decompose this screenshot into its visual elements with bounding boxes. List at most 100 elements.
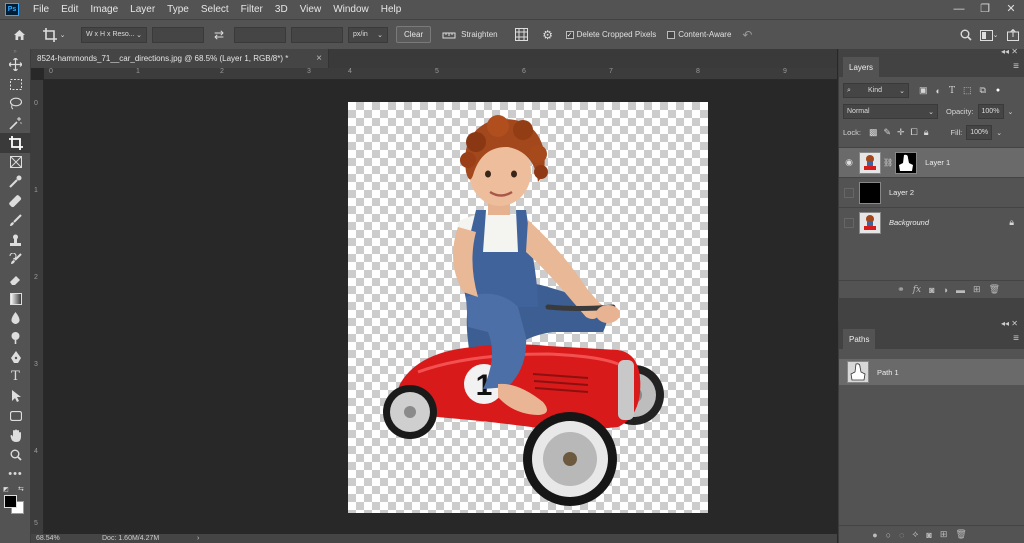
collapse-panel-icon[interactable]: ◂◂ ✕ — [1001, 319, 1018, 328]
menu-view[interactable]: View — [294, 0, 328, 19]
add-mask-icon[interactable]: ◙ — [929, 285, 934, 295]
adjustment-filter-icon[interactable]: ◐ — [936, 86, 941, 96]
shape-filter-icon[interactable]: ⬚ — [963, 85, 972, 96]
delete-cropped-checkbox[interactable]: ✓ Delete Cropped Pixels — [565, 30, 656, 39]
eraser-tool-icon[interactable] — [0, 270, 31, 290]
close-window-button[interactable]: ✕ — [998, 0, 1024, 19]
resolution-input[interactable] — [291, 26, 343, 43]
share-icon[interactable] — [1002, 25, 1024, 45]
straighten-label[interactable]: Straighten — [461, 30, 497, 39]
menu-help[interactable]: Help — [375, 0, 408, 19]
eyedropper-tool-icon[interactable] — [0, 172, 31, 192]
layer-row-layer-1[interactable]: ◉ ⛓ Layer 1 — [839, 147, 1024, 177]
link-layers-icon[interactable]: ⚭ — [897, 284, 905, 295]
height-input[interactable] — [234, 26, 286, 43]
foreground-color-swatch[interactable] — [4, 495, 17, 508]
swap-dimensions-icon[interactable]: ⇄ — [209, 25, 229, 45]
blend-mode-select[interactable]: Normal ⌄ — [843, 104, 938, 119]
lock-transparent-icon[interactable]: ▩ — [869, 127, 878, 138]
overlay-grid-icon[interactable] — [512, 25, 532, 45]
rectangle-tool-icon[interactable] — [0, 406, 31, 426]
status-menu-arrow-icon[interactable]: › — [197, 535, 199, 542]
menu-type[interactable]: Type — [161, 0, 195, 19]
visibility-toggle[interactable] — [844, 217, 854, 228]
history-brush-tool-icon[interactable] — [0, 250, 31, 270]
opacity-input[interactable]: 100% — [977, 104, 1004, 119]
mask-link-icon[interactable]: ⛓ — [883, 158, 893, 167]
dodge-tool-icon[interactable] — [0, 328, 31, 348]
gear-icon[interactable]: ⚙ — [538, 25, 558, 45]
lock-artboard-icon[interactable]: ⧠ — [911, 127, 918, 138]
visibility-toggle[interactable] — [844, 187, 854, 198]
lock-position-icon[interactable]: ✛ — [897, 127, 905, 138]
fill-dropdown-icon[interactable]: ⌄ — [996, 129, 1002, 137]
menu-window[interactable]: Window — [327, 0, 375, 19]
brush-tool-icon[interactable] — [0, 211, 31, 231]
menu-image[interactable]: Image — [84, 0, 124, 19]
fill-input[interactable]: 100% — [966, 125, 993, 140]
marquee-tool-icon[interactable] — [0, 75, 31, 95]
crop-tool-icon[interactable] — [0, 133, 31, 153]
blur-tool-icon[interactable] — [0, 309, 31, 329]
tab-layers[interactable]: Layers — [843, 57, 880, 77]
document-tab[interactable]: 8524-hammonds_71__car_directions.jpg @ 6… — [31, 49, 329, 68]
straighten-icon[interactable] — [439, 25, 459, 45]
menu-file[interactable]: File — [27, 0, 55, 19]
crop-tool-preset-icon[interactable]: ⌄ — [39, 25, 69, 45]
ratio-select[interactable]: W x H x Reso... ⌄ — [81, 26, 147, 43]
zoom-tool-icon[interactable] — [0, 445, 31, 465]
lock-all-icon[interactable]: 🔒︎ — [924, 127, 929, 138]
new-layer-icon[interactable]: ⊞ — [973, 284, 981, 295]
gradient-tool-icon[interactable] — [0, 289, 31, 309]
menu-select[interactable]: Select — [195, 0, 235, 19]
frame-tool-icon[interactable] — [0, 153, 31, 173]
width-input[interactable] — [152, 26, 204, 43]
restore-button[interactable]: ❐ — [972, 0, 998, 19]
collapse-panel-icon[interactable]: ◂◂ ✕ — [1001, 47, 1018, 56]
layer-row-background[interactable]: Background 🔒︎ — [839, 207, 1024, 237]
panel-menu-icon[interactable]: ≡ — [1013, 333, 1019, 344]
close-tab-icon[interactable]: × — [316, 53, 322, 64]
unit-select[interactable]: px/in ⌄ — [348, 26, 388, 43]
home-icon[interactable] — [9, 25, 29, 45]
menu-3d[interactable]: 3D — [269, 0, 294, 19]
menu-edit[interactable]: Edit — [55, 0, 84, 19]
layer-mask-thumbnail[interactable] — [895, 151, 918, 174]
filter-toggle-icon[interactable]: ● — [996, 87, 1000, 94]
load-selection-icon[interactable]: ◌ — [899, 530, 904, 540]
search-icon[interactable] — [956, 25, 976, 45]
clone-stamp-tool-icon[interactable] — [0, 231, 31, 251]
more-tools-icon[interactable]: ••• — [0, 465, 31, 485]
stroke-path-icon[interactable]: ○ — [886, 530, 891, 540]
hand-tool-icon[interactable] — [0, 426, 31, 446]
smart-object-filter-icon[interactable]: ⧉ — [979, 85, 985, 96]
lasso-tool-icon[interactable] — [0, 94, 31, 114]
tab-paths[interactable]: Paths — [843, 329, 876, 349]
healing-brush-tool-icon[interactable] — [0, 192, 31, 212]
reset-icon[interactable]: ↶ — [737, 25, 757, 45]
eye-icon[interactable]: ◉ — [839, 157, 859, 168]
default-colors-icon[interactable]: ◩ — [3, 486, 9, 493]
zoom-level[interactable]: 68.54% — [36, 535, 96, 542]
opacity-dropdown-icon[interactable]: ⌄ — [1008, 108, 1014, 116]
type-tool-icon[interactable]: T — [0, 367, 31, 387]
panel-menu-icon[interactable]: ≡ — [1013, 61, 1019, 72]
new-path-icon[interactable]: ⊞ — [940, 529, 948, 540]
make-work-path-icon[interactable]: ⟡ — [912, 529, 918, 540]
document-canvas[interactable]: 1 — [348, 102, 708, 513]
lock-image-icon[interactable]: ✎ — [883, 127, 891, 138]
path-row[interactable]: Path 1 — [839, 359, 1024, 385]
layer-row-layer-2[interactable]: Layer 2 — [839, 177, 1024, 207]
workspace-icon[interactable]: ⌄ — [976, 25, 1002, 45]
minimize-button[interactable]: — — [946, 0, 972, 19]
kind-filter-select[interactable]: ⌕ Kind ⌄ — [843, 83, 909, 98]
clear-button[interactable]: Clear — [396, 26, 432, 43]
delete-path-icon[interactable]: 🗑︎ — [955, 529, 966, 540]
path-selection-tool-icon[interactable] — [0, 387, 31, 407]
type-filter-icon[interactable]: T — [949, 86, 955, 96]
new-group-icon[interactable]: ▬ — [956, 285, 965, 295]
menu-layer[interactable]: Layer — [124, 0, 161, 19]
swap-colors-icon[interactable]: ⇆ — [18, 485, 24, 493]
pen-tool-icon[interactable] — [0, 348, 31, 368]
move-tool-icon[interactable] — [0, 55, 31, 75]
